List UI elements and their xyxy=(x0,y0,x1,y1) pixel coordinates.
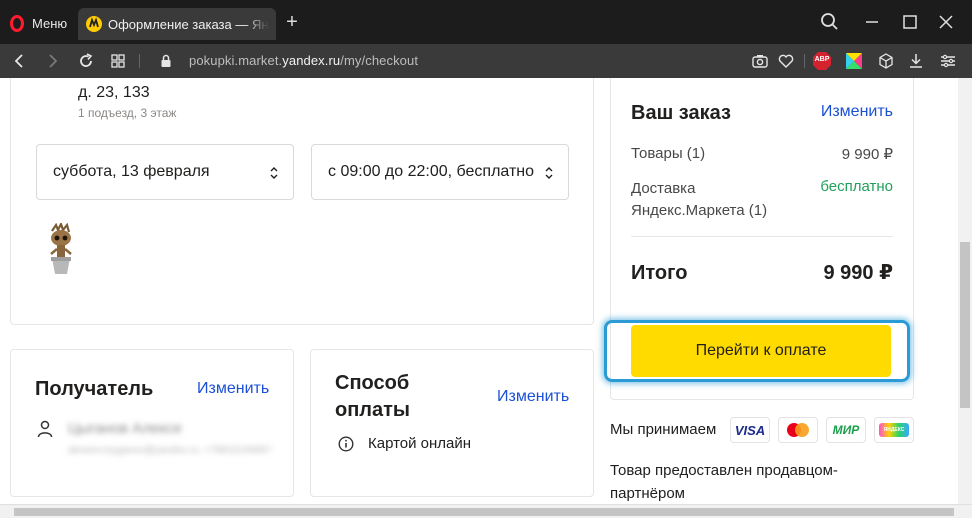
delivery-card: д. 23, 133 1 подъезд, 3 этаж суббота, 13… xyxy=(10,78,594,325)
seller-note: Товар предоставлен продавцом-партнёром xyxy=(610,462,838,502)
opera-menu-label: Меню xyxy=(32,15,68,31)
color-extension-icon[interactable] xyxy=(844,51,864,71)
recipient-contact: alexeev.tsyganov@yandex.ru, +79815106897 xyxy=(68,445,272,456)
minimize-window-icon[interactable] xyxy=(860,10,884,34)
select-updown-icon xyxy=(270,167,278,179)
mastercard-badge xyxy=(778,417,818,443)
total-label: Итого xyxy=(631,262,688,284)
tab-title: Оформление заказа — Ян xyxy=(108,16,269,32)
adblock-label: ABP xyxy=(814,56,830,63)
browser-tab-checkout[interactable]: Оформление заказа — Ян xyxy=(78,8,276,40)
person-icon xyxy=(37,420,53,438)
browser-tab-bar: Меню Оформление заказа — Ян + xyxy=(0,0,972,44)
go-to-payment-button[interactable]: Перейти к оплате xyxy=(631,325,891,377)
back-icon[interactable] xyxy=(10,51,30,71)
yandex-card-badge: ЯНДЕКС xyxy=(874,417,914,443)
delivery-date-select[interactable]: суббота, 13 февраля xyxy=(36,144,294,200)
lock-icon[interactable] xyxy=(156,51,176,71)
cube-icon[interactable] xyxy=(876,51,896,71)
camera-icon[interactable] xyxy=(750,51,770,71)
address-separator xyxy=(139,54,140,68)
order-title: Ваш заказ xyxy=(631,102,731,124)
yandex-market-favicon-icon xyxy=(86,16,102,32)
heart-icon[interactable] xyxy=(776,51,796,71)
delivery-time-select[interactable]: с 09:00 до 22:00, бесплатно xyxy=(311,144,569,200)
payment-method: Картой онлайн xyxy=(368,435,472,452)
mir-badge: МИР xyxy=(826,417,866,443)
extensions-separator xyxy=(804,54,805,68)
close-window-icon[interactable] xyxy=(934,10,958,34)
yandex-card-logo-icon: ЯНДЕКС xyxy=(879,423,909,437)
new-tab-button[interactable]: + xyxy=(282,12,302,32)
delivery-time-value: с 09:00 до 22:00, бесплатно xyxy=(328,163,535,180)
select-updown-icon xyxy=(545,167,553,179)
payment-edit-link[interactable]: Изменить xyxy=(497,388,569,406)
visa-label: VISA xyxy=(734,422,766,438)
adblock-icon[interactable]: ABP xyxy=(812,51,832,71)
info-icon xyxy=(338,436,354,452)
recipient-title: Получатель xyxy=(35,378,154,400)
maximize-window-icon[interactable] xyxy=(898,10,922,34)
delivery-date-value: суббота, 13 февраля xyxy=(53,163,210,180)
order-edit-link[interactable]: Изменить xyxy=(821,103,893,121)
delivery-address-detail: 1 подъезд, 3 этаж xyxy=(78,106,177,120)
payment-title: Способ оплаты xyxy=(335,372,410,421)
mir-label: МИР xyxy=(832,423,860,437)
search-tabs-icon[interactable] xyxy=(818,10,842,34)
visa-badge: VISA xyxy=(730,417,770,443)
checkout-page: д. 23, 133 1 подъезд, 3 этаж суббота, 13… xyxy=(0,78,958,504)
total-value: 9 990 ₽ xyxy=(823,262,893,284)
vertical-scrollbar-thumb[interactable] xyxy=(960,242,970,408)
reload-icon[interactable] xyxy=(76,51,96,71)
opera-menu-button[interactable]: Меню xyxy=(10,12,67,34)
items-value: 9 990 ₽ xyxy=(841,146,893,163)
product-thumbnail[interactable] xyxy=(44,223,78,275)
delivery-value: бесплатно xyxy=(820,178,893,195)
payment-card: Способ оплаты Изменить Картой онлайн xyxy=(310,349,594,497)
url-field[interactable]: pokupki.market.yandex.ru/my/checkout xyxy=(189,53,418,68)
recipient-edit-link[interactable]: Изменить xyxy=(197,380,269,398)
accept-label: Мы принимаем xyxy=(610,421,717,438)
easy-setup-icon[interactable] xyxy=(938,51,958,71)
delivery-label: Доставка Яндекс.Маркета (1) xyxy=(631,180,768,219)
browser-address-bar: pokupki.market.yandex.ru/my/checkout ABP xyxy=(0,44,972,78)
mastercard-logo-icon xyxy=(787,423,809,437)
delivery-address-line: д. 23, 133 xyxy=(78,84,150,101)
download-icon[interactable] xyxy=(906,51,926,71)
go-to-payment-label: Перейти к оплате xyxy=(695,342,827,359)
horizontal-scrollbar[interactable] xyxy=(0,504,972,518)
vertical-scrollbar[interactable] xyxy=(958,78,972,504)
yandex-card-label: ЯНДЕКС xyxy=(883,427,905,433)
items-label: Товары (1) xyxy=(631,145,706,162)
horizontal-scrollbar-thumb[interactable] xyxy=(14,508,954,516)
forward-icon[interactable] xyxy=(42,51,62,71)
recipient-card: Получатель Изменить Цыганов Алексе alexe… xyxy=(10,349,294,497)
summary-divider xyxy=(631,236,893,237)
speed-dial-icon[interactable] xyxy=(108,51,128,71)
opera-logo-icon xyxy=(10,14,24,32)
recipient-name: Цыганов Алексе xyxy=(68,420,182,437)
